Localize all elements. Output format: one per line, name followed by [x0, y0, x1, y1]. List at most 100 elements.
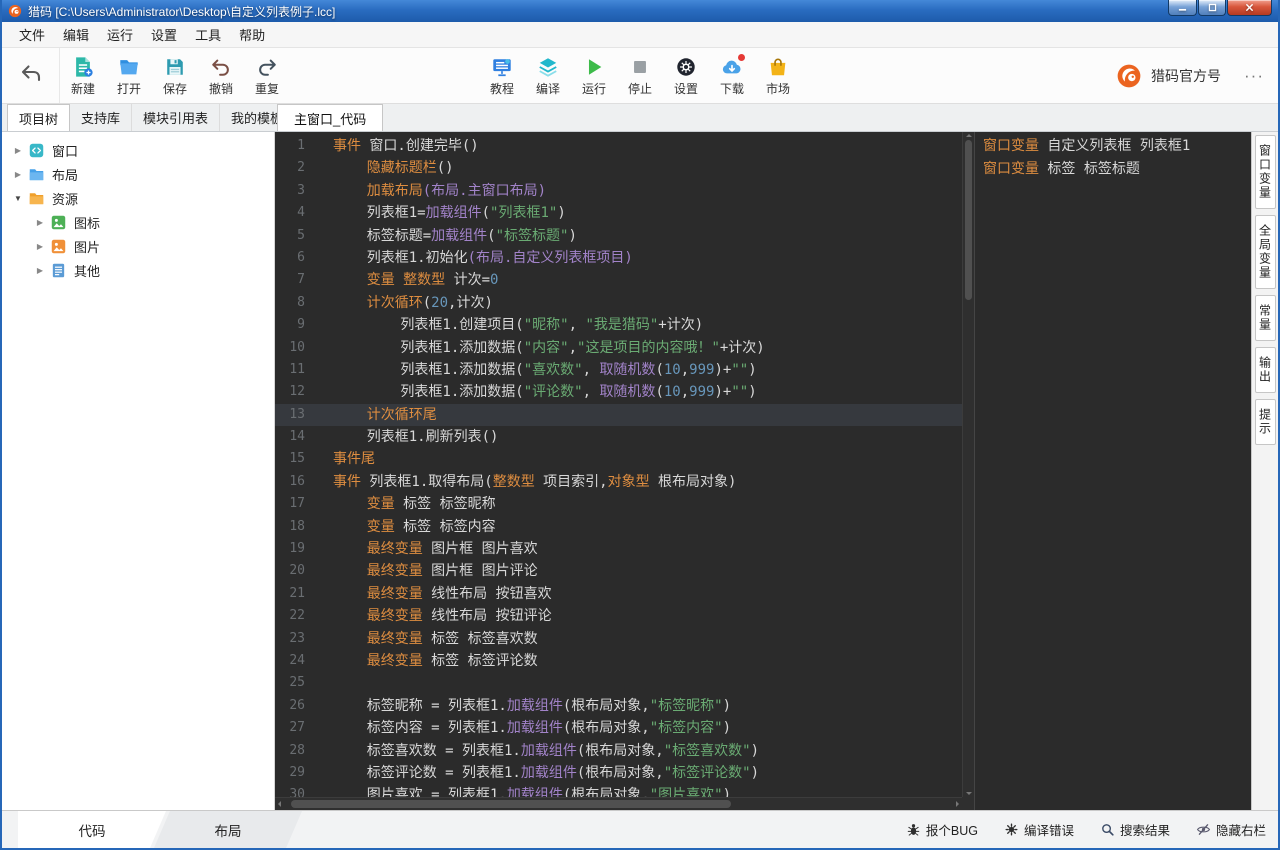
maximize-button[interactable] [1198, 0, 1226, 16]
more-menu-button[interactable]: ··· [1244, 66, 1264, 86]
code-line[interactable]: 28 标签喜欢数 = 列表框1.加载组件(根布局对象,"标签喜欢数") [275, 740, 962, 762]
menu-tools[interactable]: 工具 [186, 22, 230, 47]
code-line[interactable]: 22 最终变量 线性布局 按钮评论 [275, 605, 962, 627]
side-tab-output[interactable]: 输出 [1254, 347, 1276, 393]
horizontal-scrollbar-thumb[interactable] [291, 800, 731, 808]
toolbar-market-button[interactable]: 市场 [755, 54, 801, 97]
code-line[interactable]: 26 标签昵称 = 列表框1.加载组件(根布局对象,"标签昵称") [275, 695, 962, 717]
toolbar-new-file-button[interactable]: 新建 [60, 54, 106, 97]
scroll-left-arrow-icon[interactable] [278, 801, 281, 807]
tree-item-icons[interactable]: ▶ 图标 [2, 210, 274, 234]
tab-support-lib[interactable]: 支持库 [70, 104, 133, 131]
tree-item-window[interactable]: ▶ 窗口 [2, 138, 274, 162]
code-text: 事件尾 [333, 451, 375, 468]
toolbar-run-button[interactable]: 运行 [571, 54, 617, 97]
variable-row[interactable]: 窗口变量 自定义列表框 列表框1 [983, 135, 1251, 158]
code-line[interactable]: 15 事件尾 [275, 448, 962, 470]
app-window: 猎码 [C:\Users\Administrator\Desktop\自定义列表… [0, 0, 1280, 850]
side-tab-global-vars[interactable]: 全局变量 [1254, 215, 1276, 289]
code-line[interactable]: 16 事件 列表框1.取得布局(整数型 项目索引,对象型 根布局对象) [275, 471, 962, 493]
code-line[interactable]: 19 最终变量 图片框 图片喜欢 [275, 538, 962, 560]
menu-edit[interactable]: 编辑 [54, 22, 98, 47]
code-line[interactable]: 17 变量 标签 标签昵称 [275, 493, 962, 515]
code-line[interactable]: 1 事件 窗口.创建完毕() [275, 135, 962, 157]
code-text: 图片喜欢 = 列表框1.加载组件(根布局对象,"图片喜欢") [333, 787, 732, 797]
code-line[interactable]: 11 列表框1.添加数据("喜欢数", 取随机数(10,999)+"") [275, 359, 962, 381]
toolbar-compile-button[interactable]: 编译 [525, 54, 571, 97]
scroll-up-arrow-icon[interactable] [966, 134, 972, 137]
tab-module-ref-table[interactable]: 模块引用表 [132, 104, 221, 131]
code-editor[interactable]: 1 事件 窗口.创建完毕() 2 隐藏标题栏() 3 加载布局(布局.主窗口布局) 4 … [275, 132, 974, 810]
code-line[interactable]: 3 加载布局(布局.主窗口布局) [275, 180, 962, 202]
tree-item-other[interactable]: ▶ 其他 [2, 258, 274, 282]
toolbar-redo-button[interactable]: 重复 [244, 54, 290, 97]
toolbar-button-label: 运行 [581, 82, 606, 96]
code-line[interactable]: 2 隐藏标题栏() [275, 157, 962, 179]
code-line[interactable]: 9 列表框1.创建项目("昵称", "我是猎码"+计次) [275, 314, 962, 336]
chevron-right-icon[interactable]: ▶ [10, 170, 26, 179]
code-line[interactable]: 4 列表框1=加载组件("列表框1") [275, 202, 962, 224]
status-compile-errors[interactable]: 编译错误 [1004, 820, 1074, 839]
toolbar-download-button[interactable]: 下载 [709, 54, 755, 97]
chevron-right-icon[interactable]: ▶ [10, 146, 26, 155]
variable-row[interactable]: 窗口变量 标签 标签标题 [983, 158, 1251, 181]
account-name[interactable]: 猎码官方号 [1151, 66, 1221, 86]
code-line[interactable]: 13 计次循环尾 [275, 403, 962, 427]
code-line[interactable]: 24 最终变量 标签 标签评论数 [275, 650, 962, 672]
tab-project-tree[interactable]: 项目树 [7, 104, 71, 131]
back-button[interactable] [2, 48, 60, 103]
code-line[interactable]: 30 图片喜欢 = 列表框1.加载组件(根布局对象,"图片喜欢") [275, 784, 962, 797]
chevron-right-icon[interactable]: ▶ [32, 218, 48, 227]
vertical-scrollbar[interactable] [962, 132, 974, 797]
chevron-right-icon[interactable]: ▶ [32, 242, 48, 251]
status-label: 报个BUG [925, 824, 978, 838]
code-line[interactable]: 10 列表框1.添加数据("内容","这是项目的内容哦！"+计次) [275, 337, 962, 359]
bottom-tab-layout[interactable]: 布局 [154, 811, 302, 848]
vertical-scrollbar-thumb[interactable] [965, 140, 972, 300]
side-tab-constants[interactable]: 常量 [1254, 295, 1276, 341]
code-line[interactable]: 25 [275, 672, 962, 694]
code-line[interactable]: 18 变量 标签 标签内容 [275, 516, 962, 538]
tree-item-images[interactable]: ▶ 图片 [2, 234, 274, 258]
code-line[interactable]: 12 列表框1.添加数据("评论数", 取随机数(10,999)+"") [275, 381, 962, 403]
code-line[interactable]: 20 最终变量 图片框 图片评论 [275, 560, 962, 582]
code-line[interactable]: 14 列表框1.刷新列表() [275, 426, 962, 448]
code-line[interactable]: 27 标签内容 = 列表框1.加载组件(根布局对象,"标签内容") [275, 717, 962, 739]
chevron-down-icon[interactable]: ▼ [10, 194, 26, 203]
code-line[interactable]: 29 标签评论数 = 列表框1.加载组件(根布局对象,"标签评论数") [275, 762, 962, 784]
code-text: 最终变量 标签 标签评论数 [366, 652, 538, 669]
code-line[interactable]: 6 列表框1.初始化(布局.自定义列表框项目) [275, 247, 962, 269]
status-hide-right-panel[interactable]: 隐藏右栏 [1196, 820, 1266, 839]
code-line[interactable]: 23 最终变量 标签 标签喜欢数 [275, 628, 962, 650]
code-line[interactable]: 21 最终变量 线性布局 按钮喜欢 [275, 583, 962, 605]
bottom-tab-code[interactable]: 代码 [18, 811, 166, 848]
tab-main-window-code[interactable]: 主窗口_代码 [277, 104, 384, 131]
status-report-bug[interactable]: 报个BUG [906, 820, 978, 839]
menu-settings[interactable]: 设置 [142, 22, 186, 47]
toolbar-undo-button[interactable]: 撤销 [198, 54, 244, 97]
code-line[interactable]: 7 变量 整数型 计次=0 [275, 269, 962, 291]
toolbar-tutorial-button[interactable]: 教程 [479, 54, 525, 97]
toolbar-stop-button[interactable]: 停止 [617, 54, 663, 97]
menu-run[interactable]: 运行 [98, 22, 142, 47]
chevron-right-icon[interactable]: ▶ [32, 266, 48, 275]
line-number: 27 [289, 720, 305, 736]
minimize-button[interactable] [1168, 0, 1197, 16]
horizontal-scrollbar[interactable] [275, 797, 962, 810]
menu-file[interactable]: 文件 [10, 22, 54, 47]
toolbar-settings-button[interactable]: 设置 [663, 54, 709, 97]
tree-item-resources[interactable]: ▼ 资源 [2, 186, 274, 210]
scroll-down-arrow-icon[interactable] [966, 792, 972, 795]
toolbar-open-folder-button[interactable]: 打开 [106, 54, 152, 97]
code-text: 最终变量 图片框 图片评论 [366, 563, 538, 580]
code-line[interactable]: 5 标签标题=加载组件("标签标题") [275, 225, 962, 247]
scroll-right-arrow-icon[interactable] [956, 801, 959, 807]
tree-item-layout[interactable]: ▶ 布局 [2, 162, 274, 186]
side-tab-window-vars[interactable]: 窗口变量 [1254, 135, 1276, 209]
toolbar-save-button[interactable]: 保存 [152, 54, 198, 97]
menu-help[interactable]: 帮助 [230, 22, 274, 47]
side-tab-hints[interactable]: 提示 [1254, 399, 1276, 445]
code-line[interactable]: 8 计次循环(20,计次) [275, 292, 962, 314]
status-search-results[interactable]: 搜索结果 [1100, 820, 1170, 839]
close-button[interactable] [1227, 0, 1272, 16]
